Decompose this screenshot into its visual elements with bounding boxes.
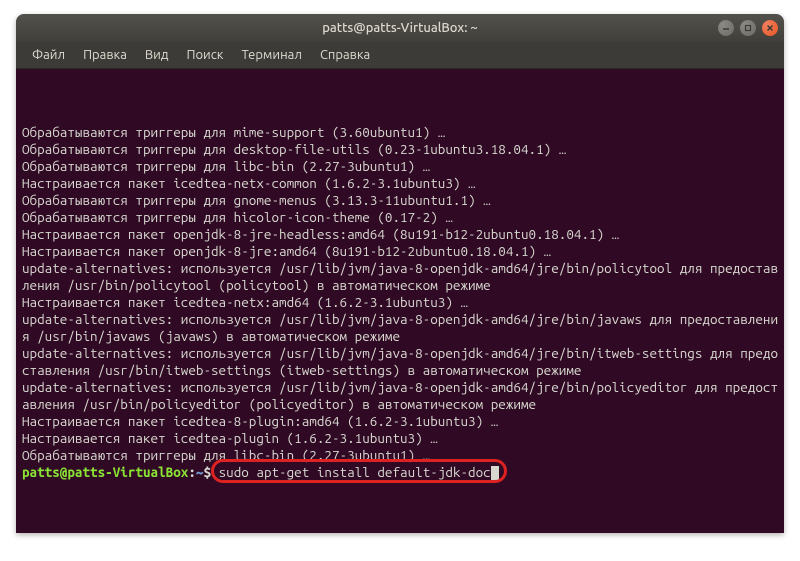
menu-search[interactable]: Поиск [178,44,231,66]
prompt-colon: : [188,464,196,480]
terminal-line: Настраивается пакет openjdk-8-jre:amd64 … [22,243,778,260]
window-controls [718,20,778,36]
menu-help[interactable]: Справка [312,44,378,66]
close-button[interactable] [762,20,778,36]
prompt-line[interactable]: patts@patts-VirtualBox:~$ sudo apt-get i… [22,464,778,481]
terminal-line: update-alternatives: используется /usr/l… [22,379,778,413]
terminal-line: update-alternatives: используется /usr/l… [22,345,778,379]
terminal-line: update-alternatives: используется /usr/l… [22,260,778,294]
menu-edit[interactable]: Правка [75,44,135,66]
minimize-button[interactable] [718,20,734,36]
terminal-line: Настраивается пакет icedtea-netx-common … [22,175,778,192]
terminal-line: Настраивается пакет icedtea-8-plugin:amd… [22,413,778,430]
terminal-line: Обрабатываются триггеры для hicolor-icon… [22,209,778,226]
terminal-line: Настраивается пакет icedtea-netx:amd64 (… [22,294,778,311]
terminal-line: Обрабатываются триггеры для mime-support… [22,124,778,141]
prompt-user-host: patts@patts-VirtualBox [22,464,188,480]
prompt-sigil: $ [203,464,218,480]
menu-terminal[interactable]: Терминал [233,44,309,66]
window-title: patts@patts-VirtualBox: ~ [16,21,784,35]
terminal-line: Обрабатываются триггеры для libc-bin (2.… [22,447,778,464]
menubar: Файл Правка Вид Поиск Терминал Справка [16,42,784,69]
terminal-line: Обрабатываются триггеры для desktop-file… [22,141,778,158]
terminal-window: patts@patts-VirtualBox: ~ Файл Правка Ви… [16,14,784,533]
terminal-line: Обрабатываются триггеры для gnome-menus … [22,192,778,209]
terminal-line: Обрабатываются триггеры для libc-bin (2.… [22,158,778,175]
terminal-line: Настраивается пакет openjdk-8-jre-headle… [22,226,778,243]
terminal-area[interactable]: Обрабатываются триггеры для mime-support… [16,69,784,533]
cursor [491,466,499,480]
typed-command: sudo apt-get install default-jdk-doc [219,464,491,480]
maximize-button[interactable] [740,20,756,36]
menu-file[interactable]: Файл [24,44,73,66]
titlebar[interactable]: patts@patts-VirtualBox: ~ [16,14,784,42]
terminal-line: update-alternatives: используется /usr/l… [22,311,778,345]
menu-view[interactable]: Вид [137,44,177,66]
terminal-line: Настраивается пакет icedtea-plugin (1.6.… [22,430,778,447]
